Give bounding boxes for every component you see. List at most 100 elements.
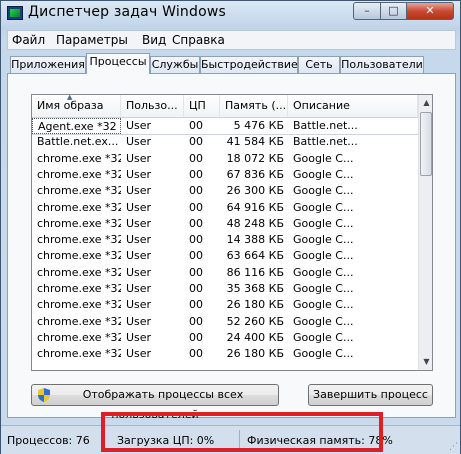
cell-name: chrome.exe *32 bbox=[37, 298, 121, 312]
tab-processes[interactable]: Процессы bbox=[86, 53, 150, 74]
scroll-up-arrow-icon[interactable]: ▲ bbox=[419, 95, 432, 111]
cell-user: User bbox=[126, 119, 152, 132]
cell-name: chrome.exe *32 bbox=[37, 330, 121, 344]
menu-view[interactable]: Вид bbox=[142, 33, 166, 47]
cell-desc: Google C... bbox=[293, 151, 354, 165]
cell-user: User bbox=[126, 184, 152, 198]
vertical-scrollbar[interactable]: ▲ ▼ bbox=[418, 95, 432, 370]
cell-desc: Google C... bbox=[293, 314, 354, 328]
cell-mem: 26 300 КБ bbox=[226, 184, 284, 198]
window-title: Диспетчер задач Windows bbox=[28, 4, 226, 20]
title-bar[interactable]: Диспетчер задач Windows – □ ✕ bbox=[1, 1, 460, 25]
cell-cpu: 00 bbox=[189, 200, 203, 214]
cell-cpu: 00 bbox=[189, 249, 203, 263]
cell-cpu: 00 bbox=[189, 151, 203, 165]
cell-name: Battle.net.ex... bbox=[37, 135, 119, 149]
cell-mem: 5 476 КБ bbox=[233, 119, 284, 132]
cell-name: chrome.exe *32 bbox=[37, 233, 121, 247]
scroll-down-arrow-icon[interactable]: ▼ bbox=[419, 354, 432, 370]
cell-mem: 41 584 КБ bbox=[226, 135, 284, 149]
cell-desc: Google C... bbox=[293, 330, 354, 344]
cell-desc: Google C... bbox=[293, 347, 354, 361]
tab-performance[interactable]: Быстродействие bbox=[200, 56, 298, 74]
task-manager-icon bbox=[7, 6, 23, 20]
cell-name: chrome.exe *32 bbox=[37, 151, 121, 165]
cell-mem: 67 836 КБ bbox=[226, 167, 284, 181]
table-row[interactable]: chrome.exe *32 User 00 24 400 КБ Google C... bbox=[32, 330, 418, 346]
cell-name: chrome.exe *32 bbox=[37, 314, 121, 328]
close-button[interactable]: ✕ bbox=[406, 2, 454, 20]
cell-desc: Google C... bbox=[293, 282, 354, 295]
table-row[interactable]: Agent.exe *32 User 00 5 476 КБ Battle.net... bbox=[32, 117, 419, 135]
process-list[interactable]: ▲ Имя образа Пользо... ЦП Память (... Оп… bbox=[31, 94, 433, 371]
menu-file[interactable]: Файл bbox=[12, 33, 45, 47]
table-row[interactable]: chrome.exe *32 User 00 52 260 КБ Google C... bbox=[32, 314, 418, 330]
column-user[interactable]: Пользо... bbox=[121, 95, 184, 117]
minimize-button[interactable]: – bbox=[353, 2, 381, 20]
cell-user: User bbox=[126, 200, 152, 214]
cell-name: chrome.exe *32 bbox=[37, 184, 121, 198]
column-memory[interactable]: Память (... bbox=[220, 95, 288, 117]
table-row[interactable]: chrome.exe *32 User 00 67 836 КБ Google C... bbox=[32, 167, 418, 183]
tab-users[interactable]: Пользователи bbox=[340, 56, 424, 74]
cell-cpu: 00 bbox=[189, 265, 203, 279]
cell-cpu: 00 bbox=[189, 184, 203, 198]
table-row[interactable]: chrome.exe *32 User 00 35 368 КБ Google C... bbox=[32, 281, 418, 297]
cell-mem: 26 180 КБ bbox=[226, 347, 284, 361]
column-cpu[interactable]: ЦП bbox=[184, 95, 220, 117]
table-row[interactable]: chrome.exe *32 User 00 26 180 КБ Google C... bbox=[32, 346, 418, 362]
cell-mem: 24 400 КБ bbox=[226, 330, 284, 344]
tab-applications[interactable]: Приложения bbox=[10, 56, 86, 74]
cell-mem: 48 248 КБ bbox=[226, 216, 284, 230]
cell-user: User bbox=[126, 135, 152, 149]
table-row[interactable]: chrome.exe *32 User 00 63 664 КБ Google C... bbox=[32, 248, 418, 264]
cell-desc: Google C... bbox=[293, 265, 354, 279]
cell-desc: Battle.net... bbox=[293, 135, 358, 149]
resize-grip-icon[interactable]: ⋰ bbox=[449, 442, 458, 452]
table-row[interactable]: Battle.net.ex... User 00 41 584 КБ Battle.ne… bbox=[32, 134, 418, 150]
cell-desc: Google C... bbox=[293, 184, 354, 198]
cell-name: Agent.exe *32 bbox=[32, 118, 121, 134]
column-description[interactable]: Описание bbox=[288, 95, 418, 117]
cell-cpu: 00 bbox=[189, 119, 203, 132]
table-row[interactable]: chrome.exe *32 User 00 26 300 КБ Google C... bbox=[32, 183, 418, 199]
cell-user: User bbox=[126, 151, 152, 165]
table-row[interactable]: chrome.exe *32 User 00 48 248 КБ Google C... bbox=[32, 216, 418, 232]
cell-cpu: 00 bbox=[189, 233, 203, 247]
cell-user: User bbox=[126, 298, 152, 312]
cell-name: chrome.exe *32 bbox=[37, 167, 121, 181]
table-row[interactable]: chrome.exe *32 User 00 64 916 КБ Google C... bbox=[32, 200, 418, 216]
cell-user: User bbox=[126, 233, 152, 247]
end-process-button[interactable]: Завершить процесс bbox=[308, 384, 433, 406]
cell-user: User bbox=[126, 265, 152, 279]
cell-desc: Google C... bbox=[293, 249, 354, 263]
scrollbar-thumb[interactable] bbox=[420, 112, 432, 176]
cell-name: chrome.exe *32 bbox=[37, 249, 121, 263]
column-header-row: ▲ Имя образа Пользо... ЦП Память (... Оп… bbox=[32, 95, 418, 118]
show-all-users-button[interactable]: Отображать процессы всех пользователей bbox=[31, 384, 279, 421]
table-row[interactable]: chrome.exe *32 User 00 86 116 КБ Google C... bbox=[32, 265, 418, 281]
cell-user: User bbox=[126, 330, 152, 344]
cell-desc: Google C... bbox=[293, 298, 354, 312]
cell-user: User bbox=[126, 249, 152, 263]
menu-help[interactable]: Справка bbox=[172, 33, 225, 47]
table-row[interactable]: chrome.exe *32 User 00 14 388 КБ Google C... bbox=[32, 232, 418, 248]
table-row[interactable]: chrome.exe *32 User 00 18 072 КБ Google C... bbox=[32, 151, 418, 167]
uac-shield-icon bbox=[38, 388, 50, 402]
cell-desc: Google C... bbox=[293, 167, 354, 181]
cell-cpu: 00 bbox=[189, 347, 203, 361]
cell-user: User bbox=[126, 314, 152, 328]
status-process-count: Процессов: 76 bbox=[7, 434, 90, 447]
cell-desc: Google C... bbox=[293, 200, 354, 214]
tab-services[interactable]: Службы bbox=[150, 56, 200, 74]
tab-network[interactable]: Сеть bbox=[298, 56, 340, 74]
cell-user: User bbox=[126, 282, 152, 295]
column-image-name[interactable]: ▲ Имя образа bbox=[32, 95, 121, 117]
table-row[interactable]: chrome.exe *32 User 00 26 180 КБ Google C... bbox=[32, 297, 418, 313]
menu-bar: Файл Параметры Вид Справка bbox=[7, 30, 456, 50]
cell-mem: 18 072 КБ bbox=[226, 151, 284, 165]
menu-options[interactable]: Параметры bbox=[56, 33, 128, 47]
maximize-button[interactable]: □ bbox=[380, 2, 407, 20]
cell-mem: 63 664 КБ bbox=[226, 249, 284, 263]
cell-name: chrome.exe *32 bbox=[37, 282, 121, 295]
